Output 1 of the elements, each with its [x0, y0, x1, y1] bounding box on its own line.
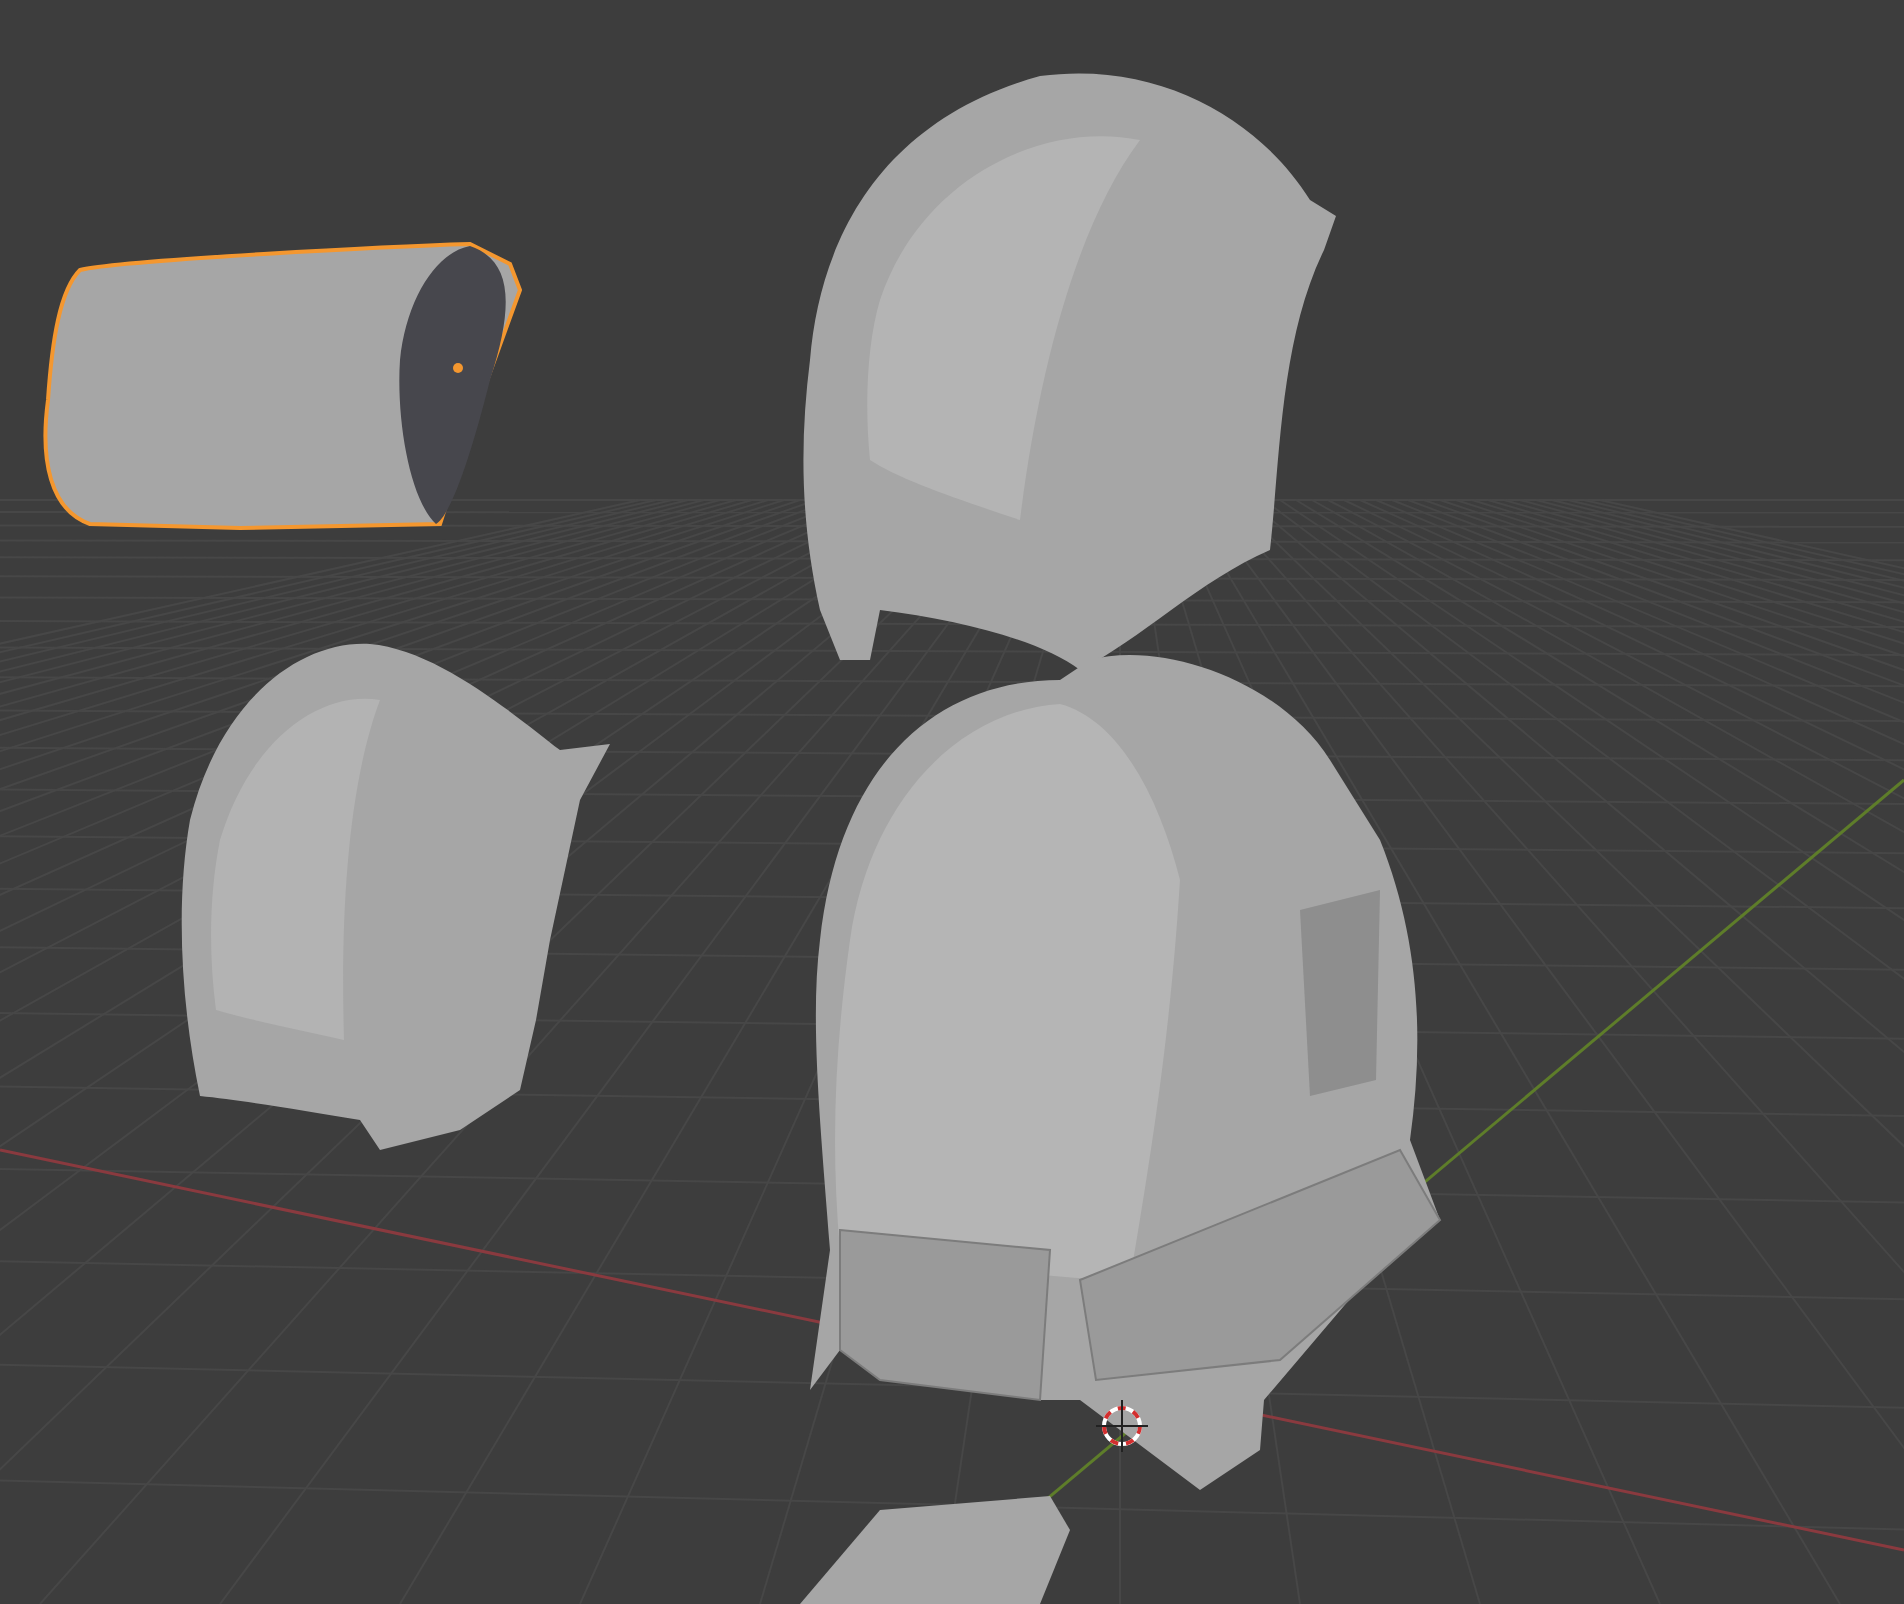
3d-cursor-icon: [1095, 1399, 1149, 1453]
